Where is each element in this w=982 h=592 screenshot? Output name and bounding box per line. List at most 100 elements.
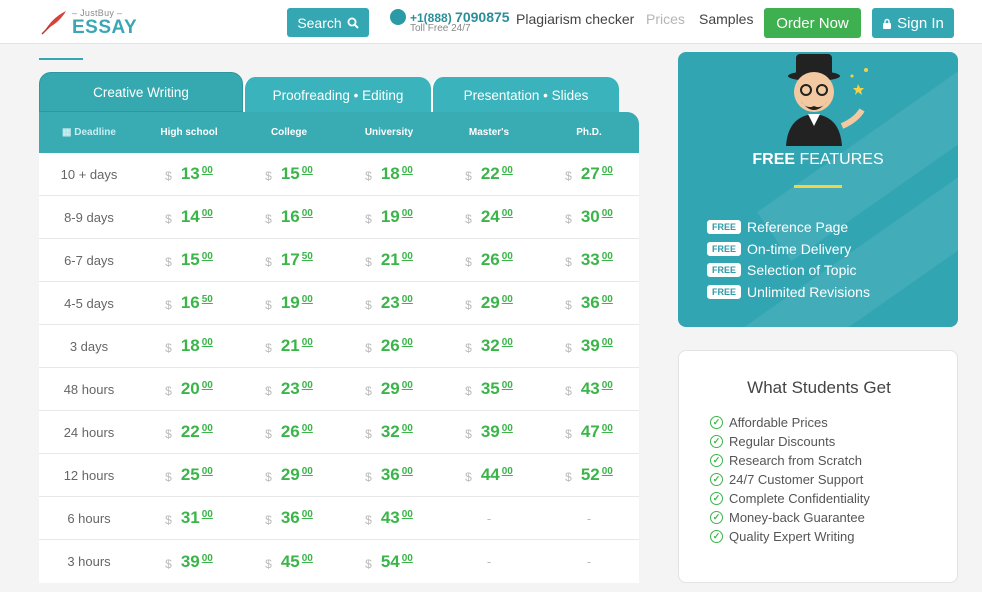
price-cents: 00: [301, 208, 313, 219]
logo[interactable]: – JustBuy – ESSAY: [40, 6, 137, 40]
price-cell: $52 00: [539, 465, 639, 485]
currency-symbol: $: [265, 513, 272, 527]
empty-mark: -: [486, 554, 492, 569]
price-cell: $27 00: [539, 164, 639, 184]
free-features-card: FREE FEATURES FREE Reference Page FREE On-t…: [678, 52, 958, 327]
students-benefits-card: What Students Get ✓ Affordable Prices ✓ Reg…: [678, 350, 958, 583]
price-cell: $16 50: [139, 293, 239, 313]
mascot-gentleman-icon: [786, 54, 868, 146]
free-badge: FREE: [707, 220, 742, 234]
currency-symbol: $: [365, 427, 372, 441]
price-integer: 23: [280, 379, 300, 398]
deadline-cell: 10 + days: [60, 166, 118, 182]
table-row: 8-9 days $14 00 $16 00 $19 00 $24 00 $30 00: [39, 196, 639, 239]
currency-symbol: $: [565, 255, 572, 269]
currency-symbol: $: [465, 470, 472, 484]
table-row: 48 hours $20 00 $23 00 $29 00 $35 00 $43 00: [39, 368, 639, 411]
order-now-button[interactable]: Order Now: [764, 8, 861, 38]
currency-symbol: $: [165, 513, 172, 527]
benefit-item: ✓ Regular Discounts: [710, 432, 870, 451]
nav-samples[interactable]: Samples: [699, 11, 753, 27]
currency-symbol: $: [265, 384, 272, 398]
currency-symbol: $: [265, 556, 272, 571]
currency-symbol: $: [365, 341, 372, 355]
deadline-cell: 8-9 days: [64, 209, 114, 225]
price-cents: 00: [601, 208, 613, 219]
price-integer: 33: [580, 250, 600, 269]
free-feature-item: FREE Selection of Topic: [707, 261, 857, 279]
price-cents: 00: [601, 337, 613, 348]
currency-symbol: $: [465, 341, 472, 355]
price-cents: 50: [201, 294, 213, 305]
tab-presentation-slides[interactable]: Presentation • Slides: [431, 77, 619, 113]
price-cents: 00: [601, 380, 613, 391]
price-integer: 22: [480, 164, 500, 183]
table-row: 24 hours $22 00 $26 00 $32 00 $39 00 $47 00: [39, 411, 639, 454]
check-circle-icon: ✓: [710, 492, 723, 505]
currency-symbol: $: [165, 298, 172, 312]
deadline-cell: 3 days: [69, 338, 109, 354]
students-card-title: What Students Get: [747, 378, 891, 397]
table-row: 3 hours $39 00 $45 00 $54 00- -: [39, 540, 639, 583]
search-button[interactable]: Search: [287, 8, 369, 37]
deadline-cell: 3 hours: [67, 554, 111, 569]
price-cell: $36 00: [539, 293, 639, 313]
currency-symbol: $: [565, 470, 572, 484]
price-integer: 25: [180, 465, 200, 484]
deadline-cell: 6 hours: [67, 510, 111, 526]
tab-creative-writing[interactable]: Creative Writing: [39, 72, 243, 112]
price-cell: $21 00: [239, 336, 339, 356]
price-cell: $23 00: [339, 293, 439, 313]
price-cents: 00: [601, 165, 613, 176]
price-cell: $30 00: [539, 207, 639, 227]
check-circle-icon: ✓: [710, 416, 723, 429]
price-cell: $54 00: [339, 552, 439, 572]
price-integer: 20: [180, 379, 200, 398]
benefit-label: Money-back Guarantee: [729, 510, 865, 525]
free-badge: FREE: [707, 241, 742, 256]
column-college: College: [270, 127, 308, 138]
price-cents: 00: [301, 466, 313, 477]
logo-text: ESSAY: [72, 17, 138, 38]
price-integer: 31: [180, 508, 200, 527]
price-cents: 00: [401, 509, 413, 520]
price-cents: 00: [601, 423, 613, 434]
price-integer: 43: [380, 508, 400, 527]
phone-subtext: Toll Free 24/7: [410, 23, 471, 34]
price-cents: 00: [601, 294, 613, 305]
price-cents: 00: [501, 380, 513, 391]
sign-in-button[interactable]: Sign In: [872, 8, 954, 38]
price-integer: 29: [480, 293, 500, 312]
deadline-cell: 24 hours: [63, 424, 115, 440]
price-cents: 00: [501, 251, 513, 262]
tab-proofreading-editing[interactable]: Proofreading • Editing: [243, 77, 431, 113]
price-integer: 36: [380, 465, 400, 484]
price-integer: 17: [280, 250, 300, 269]
currency-symbol: $: [565, 169, 572, 183]
price-integer: 52: [580, 465, 600, 484]
section-underline: [39, 58, 83, 60]
free-feature-label: Unlimited Revisions: [747, 283, 870, 300]
currency-symbol: $: [265, 427, 272, 441]
price-integer: 19: [380, 207, 400, 226]
price-cell: $25 00: [139, 465, 239, 485]
price-cell: $47 00: [539, 422, 639, 442]
price-cents: 00: [401, 552, 413, 564]
currency-symbol: $: [165, 255, 172, 269]
price-cell: $29 00: [439, 293, 539, 313]
price-cents: 50: [301, 251, 313, 262]
check-circle-icon: ✓: [710, 454, 723, 467]
currency-symbol: $: [365, 470, 372, 484]
nav-prices[interactable]: Prices: [646, 11, 685, 27]
price-cents: 00: [301, 380, 313, 391]
currency-symbol: $: [365, 255, 372, 269]
benefit-label: Quality Expert Writing: [729, 529, 855, 544]
benefit-item: ✓ Affordable Prices: [710, 413, 870, 432]
benefit-label: Affordable Prices: [729, 415, 828, 430]
price-cell: $18 00: [139, 336, 239, 356]
deadline-cell: 12 hours: [63, 467, 115, 483]
price-integer: 23: [380, 293, 400, 312]
nav-plagiarism-checker[interactable]: Plagiarism checker: [516, 11, 634, 27]
price-cents: 00: [201, 552, 213, 564]
site-header: – JustBuy – ESSAY Search +1(888) 7090875…: [0, 0, 982, 44]
